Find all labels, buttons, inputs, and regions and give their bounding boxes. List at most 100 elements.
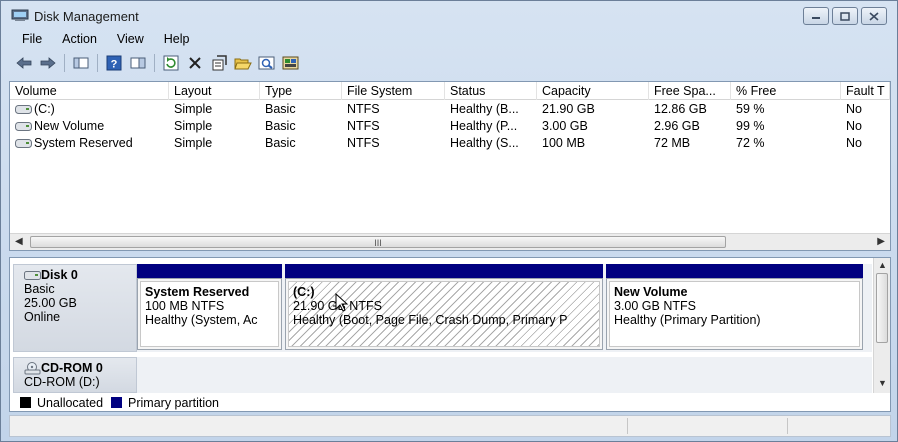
caption-buttons xyxy=(800,7,887,25)
disk-map-button[interactable] xyxy=(281,53,301,73)
legend-swatch xyxy=(111,397,123,408)
scroll-left-icon[interactable]: ◀ xyxy=(15,236,23,247)
open-folder-icon xyxy=(234,58,252,70)
capacity-cell: 3.00 GB xyxy=(542,119,588,133)
menu-view[interactable]: View xyxy=(105,32,152,46)
horizontal-scroll-thumb[interactable]: III xyxy=(30,236,726,248)
toolbar-separator xyxy=(64,54,65,72)
menu-help[interactable]: Help xyxy=(152,32,198,46)
partition-system-reserved[interactable]: System Reserved 100 MB NTFS Healthy (Sys… xyxy=(137,278,282,350)
vertical-scroll-thumb[interactable] xyxy=(876,273,888,343)
menu-bar: File Action View Help xyxy=(6,30,892,48)
legend-unallocated: Unallocated xyxy=(20,396,103,410)
partition-c-drive[interactable]: (C:) 21.90 GB NTFS Healthy (Boot, Page F… xyxy=(285,278,603,350)
status-separator xyxy=(627,418,628,434)
layout-cell: Simple xyxy=(174,119,213,133)
scroll-up-icon[interactable]: ▲ xyxy=(878,260,887,270)
column-percent-free[interactable]: % Free xyxy=(731,82,841,100)
percent-free-cell: 72 % xyxy=(736,136,765,150)
disk-type: Basic xyxy=(24,282,55,296)
delete-button[interactable] xyxy=(185,53,205,73)
column-free-space[interactable]: Free Spa... xyxy=(649,82,731,100)
refresh-icon xyxy=(163,55,179,71)
menu-action[interactable]: Action xyxy=(50,32,105,46)
help-icon: ? xyxy=(106,55,122,71)
maximize-button[interactable] xyxy=(832,7,858,25)
legend-primary-partition: Primary partition xyxy=(111,396,219,410)
layout-cell: Simple xyxy=(174,136,213,150)
cdrom-0-label[interactable]: CD-ROM 0 CD-ROM (D:) xyxy=(13,357,137,393)
partition-status: Healthy (System, Ac xyxy=(145,313,258,327)
minimize-icon xyxy=(812,17,820,19)
back-button[interactable] xyxy=(14,53,34,73)
vertical-scrollbar[interactable]: ▲ ▼ xyxy=(873,258,890,393)
partition-details: New Volume 3.00 GB NTFS Healthy (Primary… xyxy=(609,281,860,347)
refresh-button[interactable] xyxy=(161,53,181,73)
disk-0-partitions: System Reserved 100 MB NTFS Healthy (Sys… xyxy=(137,264,872,352)
svg-text:?: ? xyxy=(111,59,118,71)
column-file-system[interactable]: File System xyxy=(342,82,445,100)
disk-0-label[interactable]: Disk 0 Basic 25.00 GB Online xyxy=(13,264,137,352)
partition-bar xyxy=(285,264,603,278)
column-layout[interactable]: Layout xyxy=(169,82,260,100)
table-row[interactable]: (C:) Simple Basic NTFS Healthy (B... 21.… xyxy=(10,101,890,117)
scroll-down-icon[interactable]: ▼ xyxy=(878,378,887,388)
partition-size: 3.00 GB NTFS xyxy=(614,299,696,313)
toolbar: ? xyxy=(6,50,892,76)
legend: Unallocated Primary partition xyxy=(10,394,890,411)
file-system-cell: NTFS xyxy=(347,102,380,116)
column-capacity[interactable]: Capacity xyxy=(537,82,649,100)
volume-name: (C:) xyxy=(34,102,55,116)
title-bar[interactable]: Disk Management xyxy=(1,1,897,29)
forward-arrow-icon xyxy=(40,57,56,69)
scroll-grip: III xyxy=(374,238,382,248)
partition-new-volume[interactable]: New Volume 3.00 GB NTFS Healthy (Primary… xyxy=(606,278,863,350)
horizontal-scrollbar[interactable]: ◀ III ▶ xyxy=(10,233,890,250)
volume-name: System Reserved xyxy=(34,136,133,150)
partition-status: Healthy (Primary Partition) xyxy=(614,313,761,327)
disk-0-title: Disk 0 xyxy=(24,268,136,282)
properties-button[interactable] xyxy=(209,53,229,73)
status-cell: Healthy (B... xyxy=(450,102,519,116)
cd-drive-icon xyxy=(24,361,41,375)
partition-title: New Volume xyxy=(614,285,688,299)
volume-list: Volume Layout Type File System Status Ca… xyxy=(9,81,891,251)
legend-swatch xyxy=(20,397,31,408)
table-row[interactable]: New Volume Simple Basic NTFS Healthy (P.… xyxy=(10,118,890,134)
column-fault-tolerance[interactable]: Fault T xyxy=(841,82,890,100)
type-cell: Basic xyxy=(265,119,296,133)
status-separator xyxy=(787,418,788,434)
disk-management-icon xyxy=(11,9,29,22)
drive-icon xyxy=(15,136,32,151)
show-pane-button[interactable] xyxy=(128,53,148,73)
file-system-cell: NTFS xyxy=(347,136,380,150)
disk-size: 25.00 GB xyxy=(24,296,77,310)
percent-free-cell: 59 % xyxy=(736,102,765,116)
fault-tolerance-cell: No xyxy=(846,119,862,133)
show-pane-icon xyxy=(130,57,146,69)
column-status[interactable]: Status xyxy=(445,82,537,100)
disk-map-icon xyxy=(282,56,299,70)
scroll-right-icon[interactable]: ▶ xyxy=(877,236,885,247)
volume-name: New Volume xyxy=(34,119,105,133)
open-button[interactable] xyxy=(233,53,253,73)
help-button[interactable]: ? xyxy=(104,53,124,73)
table-row[interactable]: System Reserved Simple Basic NTFS Health… xyxy=(10,135,890,151)
close-button[interactable] xyxy=(861,7,887,25)
menu-file[interactable]: File xyxy=(6,32,50,46)
layout-cell: Simple xyxy=(174,102,213,116)
free-space-cell: 72 MB xyxy=(654,136,691,150)
find-button[interactable] xyxy=(257,53,277,73)
percent-free-cell: 99 % xyxy=(736,119,765,133)
column-type[interactable]: Type xyxy=(260,82,342,100)
column-volume[interactable]: Volume xyxy=(10,82,169,100)
type-cell: Basic xyxy=(265,102,296,116)
disk-type: CD-ROM (D:) xyxy=(24,375,100,390)
minimize-button[interactable] xyxy=(803,7,829,25)
disk-management-window: Disk Management File Action View Help ? … xyxy=(0,0,898,442)
capacity-cell: 21.90 GB xyxy=(542,102,595,116)
legend-label: Primary partition xyxy=(128,395,220,410)
close-icon xyxy=(869,11,879,21)
forward-button[interactable] xyxy=(38,53,58,73)
console-tree-button[interactable] xyxy=(71,53,91,73)
